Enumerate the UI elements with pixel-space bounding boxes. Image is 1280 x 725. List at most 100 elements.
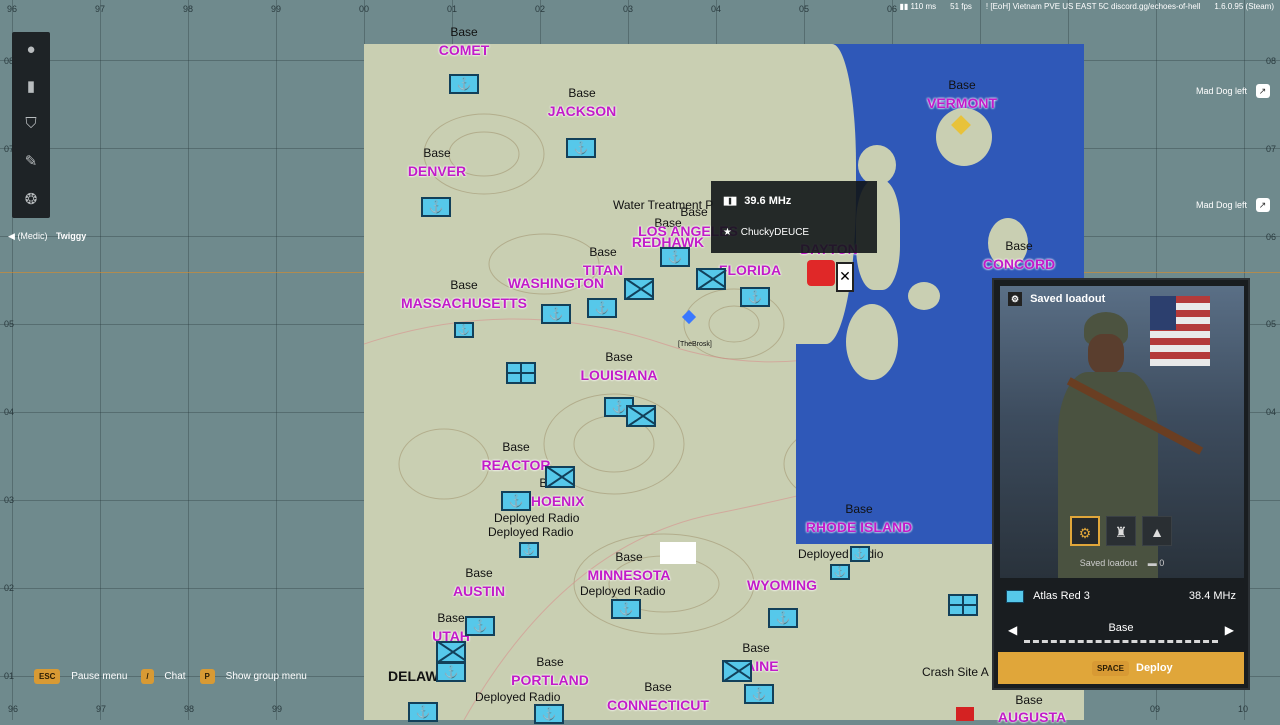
infantry-marker[interactable] (626, 405, 656, 427)
spawn-marker[interactable]: ⚓ (830, 564, 850, 580)
spawn-marker[interactable]: ⚓ (744, 684, 774, 704)
hint-chat[interactable]: / Chat (141, 669, 186, 684)
hint-pause[interactable]: ESC Pause menu (34, 669, 127, 684)
grid-label: 09 (1150, 704, 1161, 714)
grid-label: 96 (7, 4, 18, 14)
infantry-marker[interactable] (722, 660, 752, 682)
base-name: WYOMING (747, 577, 817, 593)
radio-tooltip: ▮▯▮ 39.6 MHz ★ ChuckyDEUCE (711, 181, 877, 253)
spawn-marker[interactable]: ⚓ (408, 702, 438, 722)
soldier-portrait: ⚙ Saved loadout ⚙ ♜ ▲ Saved loadout ▬ 0 (1000, 286, 1244, 578)
map-highlight (660, 542, 696, 564)
spawn-marker[interactable]: ⚓ (519, 542, 539, 558)
poi-deployed-radio: Deployed Radio (475, 690, 561, 704)
infantry-marker[interactable] (696, 268, 726, 290)
server-name: ! [EoH] Vietnam PVE US EAST 5C discord.g… (985, 1, 1201, 11)
pencil-icon[interactable]: ✎ (21, 152, 41, 172)
poi-water-treatment: Water Treatment P (613, 198, 714, 212)
grid-label: 98 (184, 704, 195, 714)
grid-label: 03 (4, 495, 15, 505)
poi-deployed-radio: Deployed Radio (798, 547, 884, 561)
player-role: (Medic) (17, 231, 48, 241)
spawn-marker[interactable]: ⚓ (740, 287, 770, 307)
squad-marker[interactable] (506, 362, 536, 384)
grid-label: 97 (95, 4, 106, 14)
spawn-marker[interactable]: ⚓ (611, 599, 641, 619)
base-prefix: Base (589, 245, 617, 259)
spawn-selector-bar (1024, 640, 1218, 643)
game-version: 1.6.0.95 (Steam) (1214, 1, 1274, 11)
spawn-marker[interactable]: ⚓ (436, 662, 466, 682)
base-name: TITAN (582, 262, 624, 278)
base-prefix: Base (423, 146, 451, 160)
grid-label: 10 (1238, 704, 1249, 714)
shield-icon[interactable]: ⛉ (21, 114, 41, 134)
base-name: AUSTIN (452, 583, 506, 599)
infantry-marker[interactable] (624, 278, 654, 300)
grid-label: 07 (1266, 144, 1277, 154)
spawn-marker[interactable]: ⚓ (660, 247, 690, 267)
spawn-marker[interactable]: ⚓ (501, 491, 531, 511)
player-tag: ◀ (Medic) Twiggy (8, 231, 86, 242)
spawn-marker[interactable]: ⚓ (465, 616, 495, 636)
infantry-marker[interactable] (545, 466, 575, 488)
hint-group-menu[interactable]: P Show group menu (199, 669, 307, 684)
mad-dog-notice: Mad Dog left ↗ (1196, 198, 1270, 212)
spawn-marker[interactable]: ⚓ (421, 197, 451, 217)
spawn-marker[interactable]: ⚓ (449, 74, 479, 94)
grid-label: 97 (96, 704, 107, 714)
spawn-marker[interactable]: ⚓ (454, 322, 474, 338)
spawn-marker[interactable]: ⚓ (768, 608, 798, 628)
info-icon[interactable]: ● (21, 40, 41, 60)
enemy-marker[interactable] (956, 707, 974, 721)
brain-icon[interactable]: ❂ (21, 190, 41, 210)
loadout-gear-button[interactable]: ♜ (1106, 516, 1136, 546)
deploy-button[interactable]: SPACE Deploy (998, 652, 1244, 684)
base-name: VERMONT (927, 95, 997, 111)
megaphone-icon: ◀ (8, 231, 15, 241)
island (858, 145, 896, 185)
star-icon: ★ (723, 227, 732, 238)
grid-label: 04 (711, 4, 722, 14)
base-name: CONNECTICUT (607, 697, 709, 713)
grid-label: 05 (4, 319, 15, 329)
base-name: MINNESOTA (587, 567, 671, 583)
map-toolbar: ● ▮ ⛉ ✎ ❂ (12, 32, 50, 218)
base-name: JACKSON (547, 103, 617, 119)
group-row[interactable]: Atlas Red 3 (1006, 590, 1090, 603)
loadout-rank-button[interactable]: ▲ (1142, 516, 1172, 546)
group-icon (1006, 590, 1024, 603)
grid-label: 99 (271, 4, 282, 14)
radio-frequency: ▮▯▮ 39.6 MHz (723, 195, 792, 207)
status-bar: ▮▮ 110 ms 51 fps ! [EoH] Vietnam PVE US … (899, 0, 1280, 12)
poi-deployed-radio: Deployed Radio (580, 584, 666, 598)
grid-label: 01 (447, 4, 458, 14)
grid-label: 04 (1266, 407, 1277, 417)
squad-marker[interactable] (948, 594, 978, 616)
group-frequency: 38.4 MHz (1188, 590, 1236, 602)
crossed-swords-icon[interactable]: ✕ (836, 262, 854, 292)
base-prefix: Base (450, 278, 478, 292)
spawn-marker[interactable]: ⚓ (541, 304, 571, 324)
spawn-marker[interactable]: ⚓ (566, 138, 596, 158)
poi-deployed-radio: Deployed Radio (488, 525, 574, 539)
base-prefix: Base (948, 78, 976, 92)
marker-icon[interactable]: ▮ (21, 77, 41, 97)
enemy-marker[interactable] (807, 260, 835, 286)
infantry-marker[interactable] (436, 641, 466, 663)
exit-icon: ↗ (1255, 84, 1270, 98)
spawn-marker[interactable]: ⚓ (587, 298, 617, 318)
flag-canton (1150, 296, 1176, 330)
island (908, 282, 940, 310)
base-prefix: Base (742, 641, 770, 655)
deploy-label: Deploy (1136, 662, 1173, 674)
spawn-next-button[interactable]: ▶ (1225, 623, 1234, 637)
base-name: DENVER (407, 163, 467, 179)
base-prefix: Base (615, 550, 643, 564)
spawn-marker[interactable]: ⚓ (850, 546, 870, 562)
base-name: AUGUSTA (997, 709, 1067, 725)
grid-label: 01 (4, 671, 15, 681)
loadout-icon: ▬ (1147, 558, 1157, 568)
loadout-settings-button[interactable]: ⚙ (1070, 516, 1100, 546)
spawn-marker[interactable]: ⚓ (534, 704, 564, 724)
